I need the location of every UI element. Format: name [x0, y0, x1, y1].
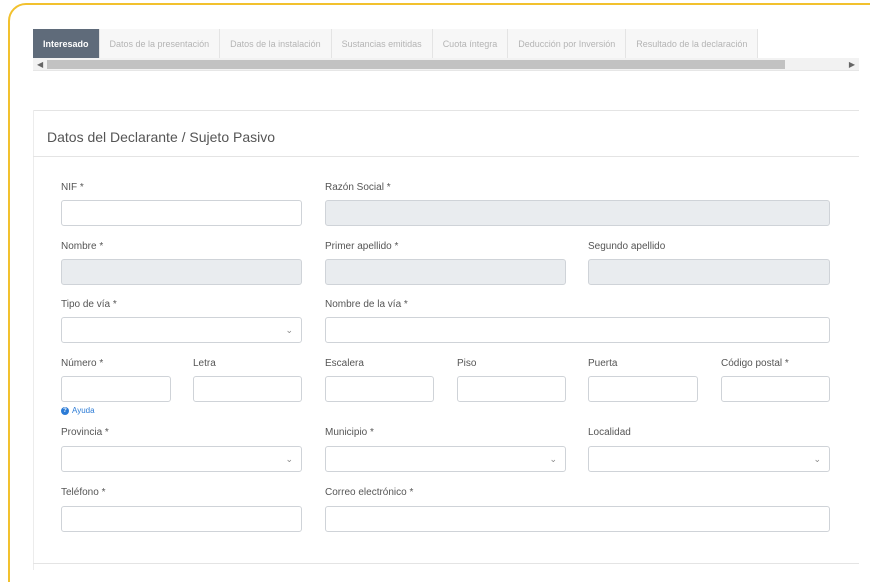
- telefono-label: Teléfono *: [61, 487, 106, 498]
- help-icon: ?: [61, 406, 69, 415]
- razon-social-label: Razón Social *: [325, 182, 391, 193]
- piso-label: Piso: [457, 358, 477, 369]
- piso-input[interactable]: [457, 376, 566, 402]
- segundo-apellido-input: [588, 259, 830, 285]
- puerta-input[interactable]: [588, 376, 698, 402]
- codigo-postal-label: Código postal *: [721, 358, 789, 369]
- nombre-via-input[interactable]: [325, 317, 830, 343]
- segundo-apellido-label: Segundo apellido: [588, 241, 666, 252]
- escalera-input[interactable]: [325, 376, 434, 402]
- nif-input[interactable]: [61, 200, 302, 226]
- primer-apellido-label: Primer apellido *: [325, 241, 399, 252]
- divider: [33, 110, 859, 111]
- tab-datos-presentacion[interactable]: Datos de la presentación: [99, 29, 221, 59]
- numero-label: Número *: [61, 358, 104, 369]
- escalera-label: Escalera: [325, 358, 364, 369]
- numero-input[interactable]: [61, 376, 171, 402]
- nombre-label: Nombre *: [61, 241, 104, 252]
- codigo-postal-input[interactable]: [721, 376, 830, 402]
- municipio-select[interactable]: ⌄: [325, 446, 566, 472]
- provincia-label: Provincia *: [61, 427, 109, 438]
- divider: [33, 156, 859, 157]
- tab-cuota-integra[interactable]: Cuota íntegra: [432, 29, 509, 59]
- chevron-down-icon: ⌄: [549, 454, 557, 464]
- content-area: Interesado Datos de la presentación Dato…: [30, 22, 870, 582]
- correo-label: Correo electrónico *: [325, 487, 414, 498]
- nif-label: NIF *: [61, 182, 84, 193]
- frame: Interesado Datos de la presentación Dato…: [8, 3, 870, 582]
- tab-resultado-declaracion[interactable]: Resultado de la declaración: [626, 29, 759, 59]
- tab-datos-instalacion[interactable]: Datos de la instalación: [220, 29, 332, 59]
- tab-deduccion-inversion[interactable]: Deducción por Inversión: [508, 29, 627, 59]
- nombre-input: [61, 259, 302, 285]
- tabs-scrollbar[interactable]: ◀ ▶: [33, 58, 859, 71]
- panel-border: [33, 110, 34, 570]
- chevron-down-icon: ⌄: [813, 454, 821, 464]
- tipo-via-label: Tipo de vía *: [61, 299, 117, 310]
- telefono-input[interactable]: [61, 506, 302, 532]
- localidad-select[interactable]: ⌄: [588, 446, 830, 472]
- nombre-via-label: Nombre de la vía *: [325, 299, 408, 310]
- ayuda-link[interactable]: ? Ayuda: [61, 406, 95, 415]
- scroll-left-icon[interactable]: ◀: [37, 58, 43, 71]
- chevron-down-icon: ⌄: [285, 454, 293, 464]
- letra-label: Letra: [193, 358, 216, 369]
- scroll-right-icon[interactable]: ▶: [849, 58, 855, 71]
- razon-social-input: [325, 200, 830, 226]
- tipo-via-select[interactable]: ⌄: [61, 317, 302, 343]
- correo-input[interactable]: [325, 506, 830, 532]
- tab-bar: Interesado Datos de la presentación Dato…: [33, 29, 759, 59]
- puerta-label: Puerta: [588, 358, 618, 369]
- tab-sustancias-emitidas[interactable]: Sustancias emitidas: [331, 29, 433, 59]
- municipio-label: Municipio *: [325, 427, 374, 438]
- divider: [33, 563, 859, 564]
- chevron-down-icon: ⌄: [285, 325, 293, 335]
- scrollbar-thumb[interactable]: [47, 60, 785, 69]
- ayuda-label: Ayuda: [72, 406, 95, 415]
- localidad-label: Localidad: [588, 427, 631, 438]
- letra-input[interactable]: [193, 376, 302, 402]
- primer-apellido-input: [325, 259, 566, 285]
- section-title: Datos del Declarante / Sujeto Pasivo: [47, 129, 276, 145]
- provincia-select[interactable]: ⌄: [61, 446, 302, 472]
- tab-interesado[interactable]: Interesado: [33, 29, 100, 59]
